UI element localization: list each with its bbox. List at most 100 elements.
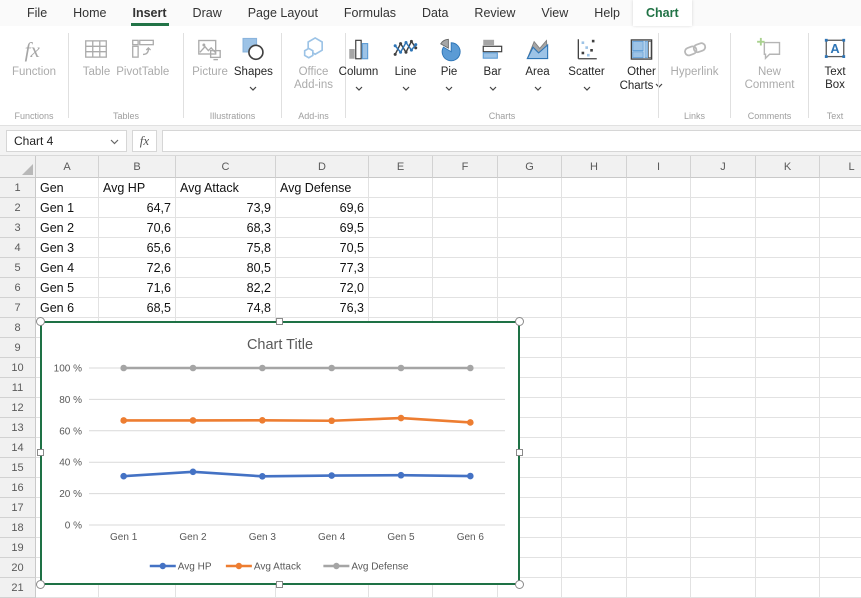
cell-I12[interactable] — [627, 398, 691, 418]
cell-A5[interactable]: Gen 4 — [36, 258, 99, 278]
cell-D4[interactable]: 70,5 — [276, 238, 369, 258]
column-header-A[interactable]: A — [36, 156, 99, 178]
cell-F1[interactable] — [433, 178, 498, 198]
tab-review[interactable]: Review — [461, 0, 528, 26]
cell-J19[interactable] — [691, 538, 756, 558]
cell-I6[interactable] — [627, 278, 691, 298]
data-point-marker[interactable] — [190, 365, 197, 372]
cell-F4[interactable] — [433, 238, 498, 258]
cell-I13[interactable] — [627, 418, 691, 438]
cell-I5[interactable] — [627, 258, 691, 278]
cell-D3[interactable]: 69,5 — [276, 218, 369, 238]
data-point-marker[interactable] — [190, 468, 197, 475]
cell-J2[interactable] — [691, 198, 756, 218]
cell-K15[interactable] — [756, 458, 820, 478]
column-header-E[interactable]: E — [369, 156, 433, 178]
cell-E5[interactable] — [369, 258, 433, 278]
cell-J15[interactable] — [691, 458, 756, 478]
cell-C6[interactable]: 82,2 — [176, 278, 276, 298]
cell-B7[interactable]: 68,5 — [99, 298, 176, 318]
cell-I19[interactable] — [627, 538, 691, 558]
tab-data[interactable]: Data — [409, 0, 461, 26]
cell-K9[interactable] — [756, 338, 820, 358]
row-header-3[interactable]: 3 — [0, 218, 36, 238]
cell-I21[interactable] — [627, 578, 691, 598]
chart-resize-handle-se[interactable] — [515, 580, 524, 589]
cell-H13[interactable] — [562, 418, 627, 438]
data-point-marker[interactable] — [398, 415, 405, 422]
text-box-button[interactable]: A Text Box — [818, 30, 852, 92]
cell-I17[interactable] — [627, 498, 691, 518]
cell-K8[interactable] — [756, 318, 820, 338]
cell-E7[interactable] — [369, 298, 433, 318]
tab-formulas[interactable]: Formulas — [331, 0, 409, 26]
cell-J16[interactable] — [691, 478, 756, 498]
row-header-11[interactable]: 11 — [0, 378, 36, 398]
cell-H21[interactable] — [562, 578, 627, 598]
cell-L20[interactable] — [820, 558, 861, 578]
cell-A1[interactable]: Gen — [36, 178, 99, 198]
cell-H14[interactable] — [562, 438, 627, 458]
cell-D2[interactable]: 69,6 — [276, 198, 369, 218]
insert-function-button[interactable]: fx — [132, 130, 157, 152]
pie-chart-button[interactable]: Pie — [428, 30, 471, 95]
column-header-L[interactable]: L — [820, 156, 861, 178]
legend-label[interactable]: Avg HP — [178, 562, 212, 573]
cell-L1[interactable] — [820, 178, 861, 198]
cell-C7[interactable]: 74,8 — [176, 298, 276, 318]
chevron-down-icon[interactable] — [110, 134, 119, 148]
cell-K6[interactable] — [756, 278, 820, 298]
cell-I14[interactable] — [627, 438, 691, 458]
cell-L21[interactable] — [820, 578, 861, 598]
cell-K12[interactable] — [756, 398, 820, 418]
chart-resize-handle-s[interactable] — [276, 581, 283, 588]
cell-C4[interactable]: 75,8 — [176, 238, 276, 258]
row-header-12[interactable]: 12 — [0, 398, 36, 418]
data-point-marker[interactable] — [259, 365, 266, 372]
data-point-marker[interactable] — [328, 365, 335, 372]
cell-H7[interactable] — [562, 298, 627, 318]
row-header-16[interactable]: 16 — [0, 478, 36, 498]
cell-I10[interactable] — [627, 358, 691, 378]
row-header-14[interactable]: 14 — [0, 438, 36, 458]
legend-label[interactable]: Avg Defense — [351, 562, 409, 573]
data-point-marker[interactable] — [259, 473, 266, 480]
cell-L16[interactable] — [820, 478, 861, 498]
cell-K17[interactable] — [756, 498, 820, 518]
row-header-4[interactable]: 4 — [0, 238, 36, 258]
cell-E1[interactable] — [369, 178, 433, 198]
row-header-17[interactable]: 17 — [0, 498, 36, 518]
cell-H12[interactable] — [562, 398, 627, 418]
cell-H16[interactable] — [562, 478, 627, 498]
cell-J11[interactable] — [691, 378, 756, 398]
cell-H9[interactable] — [562, 338, 627, 358]
cell-H17[interactable] — [562, 498, 627, 518]
cell-H20[interactable] — [562, 558, 627, 578]
chart-title[interactable]: Chart Title — [247, 337, 313, 353]
row-header-6[interactable]: 6 — [0, 278, 36, 298]
cell-J1[interactable] — [691, 178, 756, 198]
cell-A6[interactable]: Gen 5 — [36, 278, 99, 298]
cell-C1[interactable]: Avg Attack — [176, 178, 276, 198]
scatter-chart-button[interactable]: Scatter — [561, 30, 613, 95]
row-header-20[interactable]: 20 — [0, 558, 36, 578]
cell-L12[interactable] — [820, 398, 861, 418]
row-header-13[interactable]: 13 — [0, 418, 36, 438]
cell-J3[interactable] — [691, 218, 756, 238]
data-point-marker[interactable] — [398, 365, 405, 372]
cell-H11[interactable] — [562, 378, 627, 398]
cell-E6[interactable] — [369, 278, 433, 298]
cell-J20[interactable] — [691, 558, 756, 578]
tab-view[interactable]: View — [528, 0, 581, 26]
tab-insert[interactable]: Insert — [120, 0, 180, 26]
cell-B4[interactable]: 65,6 — [99, 238, 176, 258]
row-header-1[interactable]: 1 — [0, 178, 36, 198]
cell-G4[interactable] — [498, 238, 562, 258]
series-line-avg-hp[interactable] — [124, 472, 471, 477]
cell-D6[interactable]: 72,0 — [276, 278, 369, 298]
cell-G6[interactable] — [498, 278, 562, 298]
cell-J6[interactable] — [691, 278, 756, 298]
cell-H8[interactable] — [562, 318, 627, 338]
cell-H2[interactable] — [562, 198, 627, 218]
cell-K13[interactable] — [756, 418, 820, 438]
